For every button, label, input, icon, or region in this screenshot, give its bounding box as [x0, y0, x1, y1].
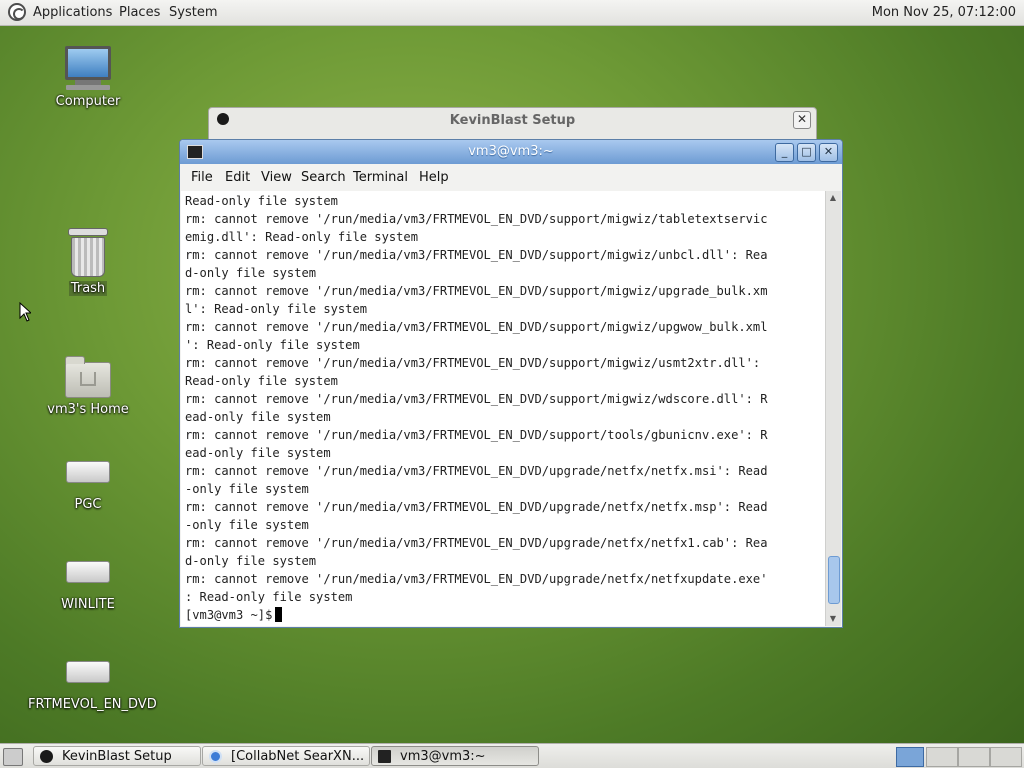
scroll-up-icon[interactable]: ▲ — [828, 193, 838, 203]
close-button[interactable]: ✕ — [819, 143, 838, 162]
terminal-icon — [378, 750, 391, 763]
mouse-pointer-icon — [19, 302, 31, 322]
terminal-line: rm: cannot remove '/run/media/vm3/FRTMEV… — [185, 392, 768, 406]
terminal-line: rm: cannot remove '/run/media/vm3/FRTMEV… — [185, 212, 768, 226]
desktop-icon-label: vm3's Home — [47, 402, 129, 417]
window-titlebar[interactable]: vm3@vm3:~ _ □ ✕ — [180, 140, 842, 164]
scrollbar-thumb[interactable] — [828, 556, 840, 604]
home-folder-icon — [28, 356, 148, 398]
desktop-icon-label: PGC — [74, 497, 102, 512]
workspace-3[interactable] — [958, 747, 990, 767]
desktop-icon-label: Computer — [55, 94, 121, 109]
taskbar-item-kevinblast[interactable]: KevinBlast Setup — [33, 746, 201, 766]
terminal-line: : Read-only file system — [185, 590, 353, 604]
task-label: KevinBlast Setup — [62, 749, 172, 764]
terminal-line: rm: cannot remove '/run/media/vm3/FRTMEV… — [185, 356, 761, 370]
terminal-line: rm: cannot remove '/run/media/vm3/FRTMEV… — [185, 248, 768, 262]
places-menu[interactable]: Places — [119, 5, 160, 20]
terminal-line: d-only file system — [185, 266, 317, 280]
bottom-panel: KevinBlast Setup [CollabNet SearXN... vm… — [0, 743, 1024, 768]
menu-edit[interactable]: Edit — [225, 170, 250, 185]
workspace-4[interactable] — [990, 747, 1022, 767]
minimize-button[interactable]: _ — [775, 143, 794, 162]
taskbar-item-browser[interactable]: [CollabNet SearXN... — [202, 746, 370, 766]
desktop-icon-trash[interactable]: Trash — [28, 228, 148, 296]
desktop-icon-label: Trash — [68, 281, 108, 296]
menu-search[interactable]: Search — [301, 170, 346, 185]
menu-file[interactable]: File — [191, 170, 213, 185]
terminal-line: Read-only file system — [185, 374, 338, 388]
system-menu[interactable]: System — [169, 5, 217, 20]
terminal-line: rm: cannot remove '/run/media/vm3/FRTMEV… — [185, 320, 768, 334]
terminal-line: Read-only file system — [185, 194, 338, 208]
shell-prompt: [vm3@vm3 ~]$ — [185, 608, 273, 622]
computer-icon — [28, 46, 148, 90]
terminal-line: rm: cannot remove '/run/media/vm3/FRTMEV… — [185, 536, 768, 550]
terminal-line: d-only file system — [185, 554, 317, 568]
desktop-icon-label: FRTMEVOL_EN_DVD — [28, 697, 157, 712]
close-button[interactable]: ✕ — [793, 111, 811, 129]
terminal-line: l': Read-only file system — [185, 302, 368, 316]
terminal-line: rm: cannot remove '/run/media/vm3/FRTMEV… — [185, 464, 768, 478]
workspace-2[interactable] — [926, 747, 958, 767]
clock[interactable]: Mon Nov 25, 07:12:00 — [872, 5, 1016, 20]
menu-help[interactable]: Help — [419, 170, 449, 185]
terminal-menubar: File Edit View Search Terminal Help — [181, 165, 841, 191]
terminal-line: rm: cannot remove '/run/media/vm3/FRTMEV… — [185, 428, 768, 442]
terminal-line: -only file system — [185, 482, 309, 496]
menu-view[interactable]: View — [261, 170, 292, 185]
trash-icon — [28, 228, 148, 277]
terminal-line: ead-only file system — [185, 446, 331, 460]
drive-icon — [28, 661, 148, 683]
drive-icon — [28, 461, 148, 483]
terminal-line: ': Read-only file system — [185, 338, 360, 352]
terminal-line: emig.dll': Read-only file system — [185, 230, 418, 244]
terminal-line: rm: cannot remove '/run/media/vm3/FRTMEV… — [185, 284, 768, 298]
window-title: vm3@vm3:~ — [468, 144, 554, 159]
terminal-line: -only file system — [185, 518, 309, 532]
desktop-icon-label: WINLITE — [61, 597, 115, 612]
desktop-icon-dvd[interactable]: FRTMEVOL_EN_DVD — [28, 653, 157, 712]
terminal-output[interactable]: Read-only file system rm: cannot remove '… — [181, 191, 826, 626]
top-panel: Applications Places System Mon Nov 25, 0… — [0, 0, 1024, 26]
desktop-icon-computer[interactable]: Computer — [28, 46, 148, 109]
app-icon — [40, 750, 53, 763]
terminal-line: ead-only file system — [185, 410, 331, 424]
terminal-line: rm: cannot remove '/run/media/vm3/FRTMEV… — [185, 500, 768, 514]
terminal-prompt-line[interactable]: [vm3@vm3 ~]$ — [185, 606, 283, 624]
desktop-icon-home[interactable]: vm3's Home — [28, 356, 148, 417]
distro-logo-icon[interactable] — [8, 3, 26, 21]
task-label: vm3@vm3:~ — [400, 749, 486, 764]
applications-menu[interactable]: Applications — [33, 5, 112, 20]
maximize-button[interactable]: □ — [797, 143, 816, 162]
desktop-icon-winlite[interactable]: WINLITE — [28, 553, 148, 612]
show-desktop-button[interactable] — [3, 748, 23, 766]
window-title: KevinBlast Setup — [449, 113, 576, 128]
terminal-line: rm: cannot remove '/run/media/vm3/FRTMEV… — [185, 572, 768, 586]
terminal-scrollbar[interactable]: ▲ ▼ — [825, 191, 841, 626]
task-label: [CollabNet SearXN... — [231, 749, 365, 764]
scroll-down-icon[interactable]: ▼ — [828, 614, 838, 624]
taskbar-item-terminal[interactable]: vm3@vm3:~ — [371, 746, 539, 766]
drive-icon — [28, 561, 148, 583]
browser-icon — [209, 750, 222, 763]
text-cursor — [275, 607, 283, 622]
workspace-1[interactable] — [896, 747, 924, 767]
terminal-window[interactable]: vm3@vm3:~ _ □ ✕ File Edit View Search Te… — [179, 139, 843, 628]
terminal-lines: Read-only file system rm: cannot remove '… — [185, 192, 767, 606]
menu-terminal[interactable]: Terminal — [353, 170, 408, 185]
desktop-icon-pgc[interactable]: PGC — [28, 453, 148, 512]
